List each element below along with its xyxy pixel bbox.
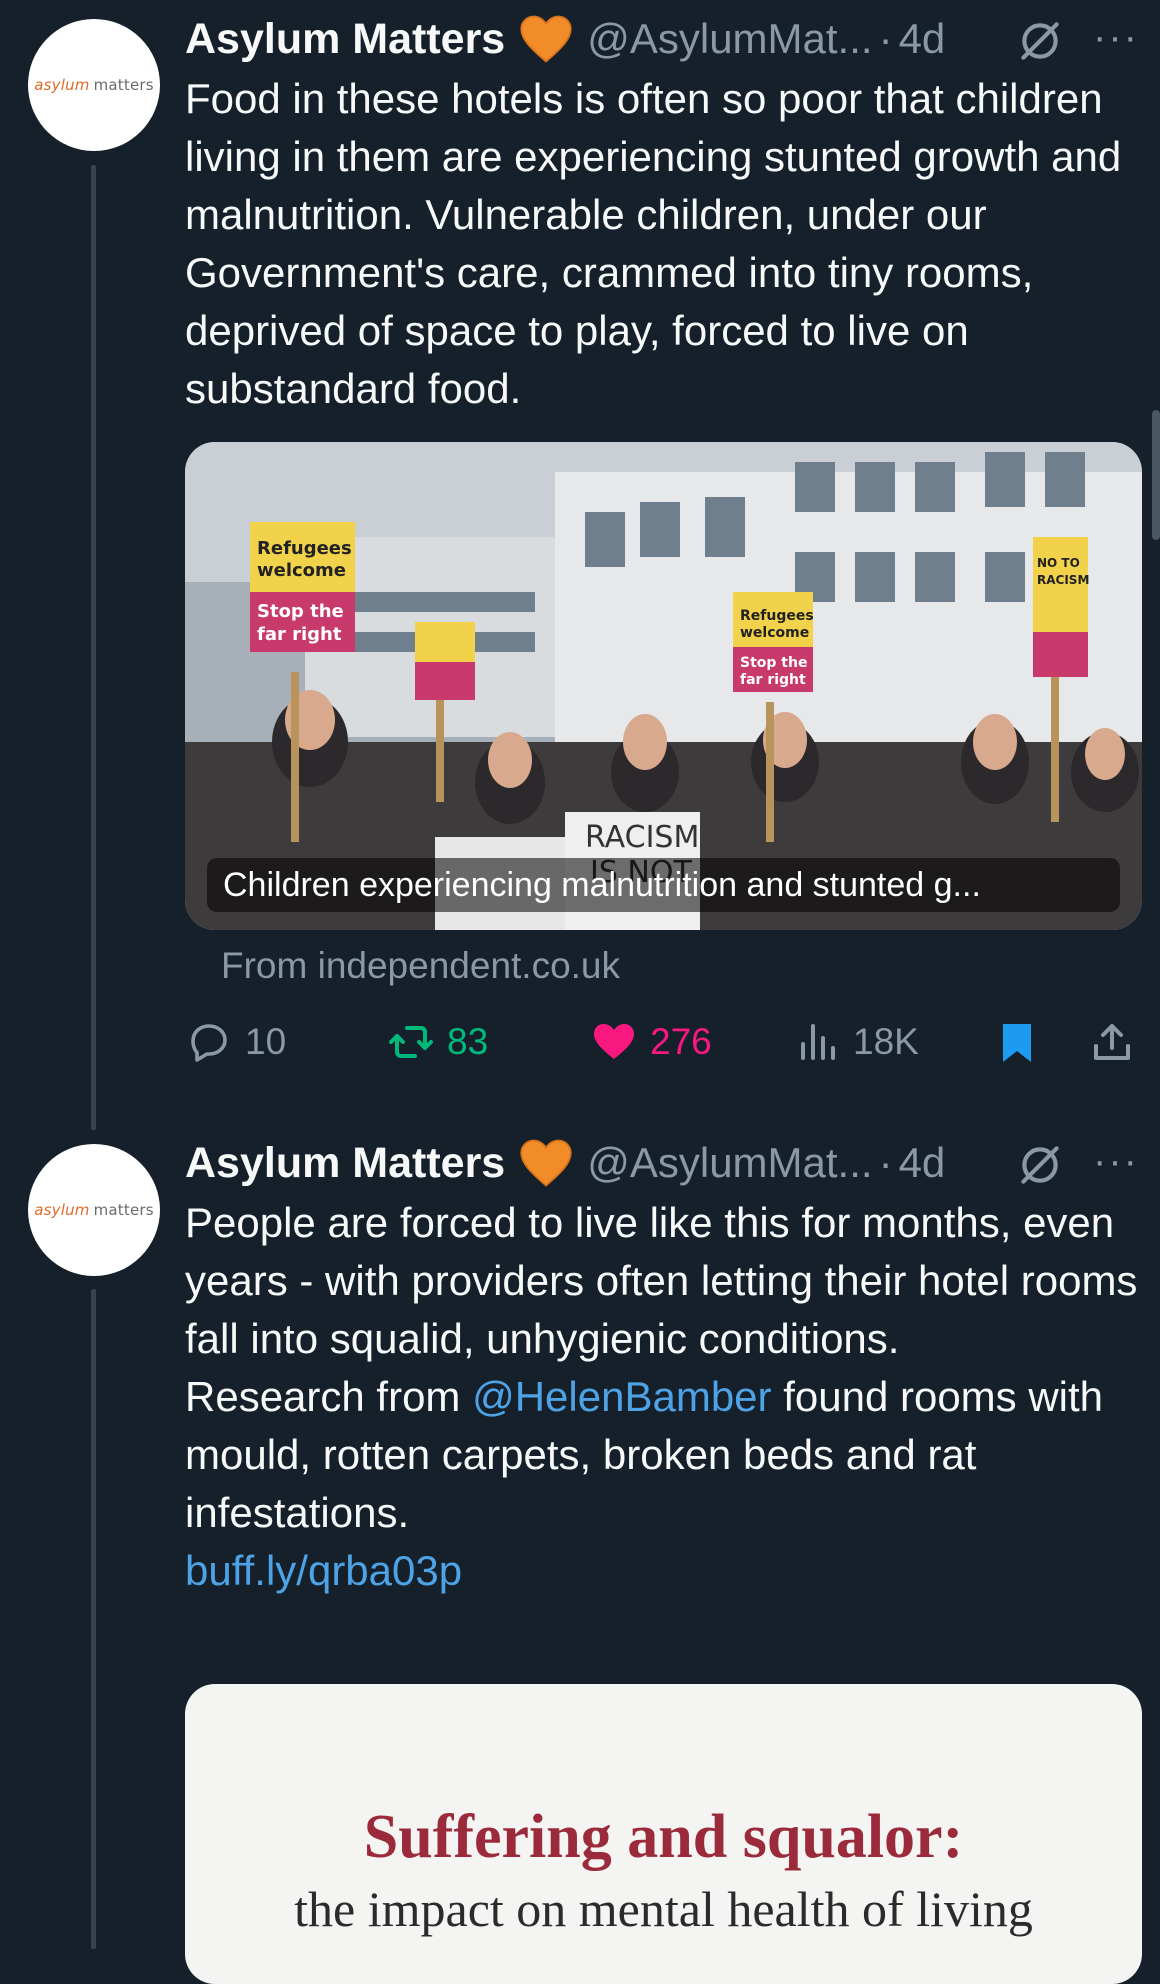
retweet-button[interactable]: 83 (387, 1012, 488, 1072)
svg-text:Refugees: Refugees (257, 538, 352, 559)
tweet-1[interactable]: asylum matters Asylum Matters @AsylumMat… (0, 0, 1160, 1130)
card-source[interactable]: From independent.co.uk (221, 945, 620, 987)
svg-text:far right: far right (257, 624, 342, 645)
svg-text:Stop the: Stop the (740, 655, 807, 671)
display-name[interactable]: Asylum Matters (185, 1139, 505, 1188)
action-bar: 10 83 276 18K (185, 1012, 1145, 1072)
svg-text:welcome: welcome (257, 560, 346, 581)
share-icon (1094, 1024, 1130, 1060)
link-card[interactable]: Suffering and squalor: the impact on men… (185, 1684, 1142, 1984)
views-button[interactable]: 18K (793, 1012, 919, 1072)
display-name[interactable]: Asylum Matters (185, 15, 505, 64)
report-subtitle: the impact on mental health of living (294, 1881, 1033, 1937)
view-count: 18K (853, 1021, 919, 1062)
avatar[interactable]: asylum matters (28, 19, 160, 151)
mute-icon[interactable] (1015, 16, 1065, 66)
like-count: 276 (650, 1021, 712, 1062)
protest-photo: Refugeeswelcome Refugeeswelcome NO TORAC… (185, 442, 1142, 930)
bookmark-button[interactable] (993, 1012, 1041, 1072)
link-card[interactable]: Refugees welcome Refugees welcome NO TO RAC… (185, 442, 1142, 930)
orange-heart-icon (520, 15, 572, 63)
card-caption: Children experiencing malnutrition and s… (207, 858, 1120, 912)
reply-icon (191, 1024, 227, 1062)
tweet-text: People are forced to live like this for … (185, 1194, 1145, 1600)
mute-icon[interactable] (1015, 1140, 1065, 1190)
mention-link[interactable]: @HelenBamber (472, 1373, 771, 1420)
svg-text:NO TO: NO TO (1037, 556, 1080, 570)
more-icon[interactable]: ··· (1093, 1136, 1139, 1186)
report-title: Suffering and squalor: (363, 1803, 964, 1871)
views-icon (801, 1024, 835, 1060)
tweet-header: Asylum Matters @AsylumMat... · 4d (185, 1138, 945, 1188)
svg-text:Stop the: Stop the (257, 601, 344, 622)
thread-line (91, 165, 96, 1130)
svg-text:far right: far right (740, 672, 806, 688)
svg-text:RACISM: RACISM (585, 820, 699, 855)
avatar[interactable]: asylum matters (28, 1144, 160, 1276)
timestamp[interactable]: 4d (899, 15, 946, 63)
url-link[interactable]: buff.ly/qrba03p (185, 1542, 1145, 1600)
scrollbar[interactable] (1152, 410, 1160, 540)
thread-line (91, 1289, 96, 1949)
svg-text:welcome: welcome (740, 625, 809, 641)
tweet-text: Food in these hotels is often so poor th… (185, 75, 1122, 412)
bookmark-icon (1003, 1024, 1031, 1062)
username[interactable]: @AsylumMat... (587, 1139, 872, 1187)
retweet-count: 83 (447, 1021, 489, 1062)
share-button[interactable] (1088, 1012, 1136, 1072)
tweet-header: Asylum Matters @AsylumMat... · 4d (185, 14, 945, 64)
more-icon[interactable]: ··· (1093, 12, 1139, 62)
like-icon (594, 1024, 634, 1059)
separator-dot: · (878, 15, 893, 62)
separator-dot: · (878, 1139, 893, 1186)
tweet-2[interactable]: asylum matters Asylum Matters @AsylumMat… (0, 1124, 1160, 1984)
report-cover: Suffering and squalor: the impact on men… (185, 1684, 1142, 1984)
svg-text:RACISM: RACISM (1037, 573, 1089, 587)
tweet-text-paragraph-2: Research from @HelenBamber found rooms w… (185, 1373, 1104, 1536)
svg-text:Refugees: Refugees (740, 608, 814, 624)
username[interactable]: @AsylumMat... (587, 15, 872, 63)
timestamp[interactable]: 4d (899, 1139, 946, 1187)
orange-heart-icon (520, 1139, 572, 1187)
reply-count: 10 (245, 1021, 287, 1062)
like-button[interactable]: 276 (590, 1012, 712, 1072)
tweet-text-paragraph-1: People are forced to live like this for … (185, 1199, 1138, 1362)
card-image: Refugees welcome Refugees welcome NO TO RAC… (185, 442, 1142, 930)
retweet-icon (389, 1026, 433, 1058)
reply-button[interactable]: 10 (185, 1012, 286, 1072)
